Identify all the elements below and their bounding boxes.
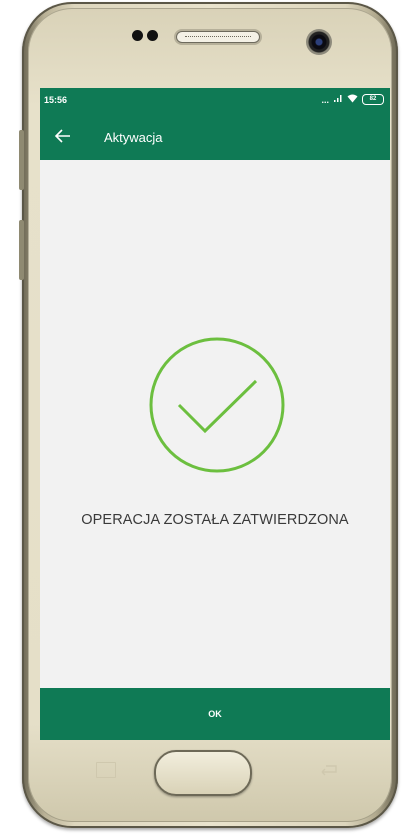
power-button: [19, 220, 24, 280]
earpiece-speaker: [176, 31, 260, 43]
battery-icon: 82: [362, 94, 384, 105]
signal-icon: [333, 94, 343, 105]
arrow-left-icon: [54, 129, 70, 143]
wifi-icon: [347, 94, 358, 105]
back-key-icon[interactable]: [320, 762, 340, 776]
ok-button[interactable]: OK: [40, 688, 390, 740]
status-icons: ... 82: [321, 94, 384, 105]
home-button[interactable]: [154, 750, 252, 796]
status-dots: ...: [321, 94, 329, 105]
page-title: Aktywacja: [104, 130, 163, 145]
status-time: 15:56: [44, 95, 68, 105]
content-area: OPERACJA ZOSTAŁA ZATWIERDZONA: [40, 160, 390, 688]
phone-screen: 15:56 ... 82 Aktywacja OPERACJA ZOSTAŁA …: [40, 88, 390, 740]
app-bar: Aktywacja: [40, 114, 390, 160]
recent-apps-icon[interactable]: [96, 762, 116, 778]
front-camera: [306, 29, 332, 55]
front-sensor: [147, 30, 158, 41]
front-sensor: [132, 30, 143, 41]
status-bar: 15:56 ... 82: [40, 88, 390, 114]
back-button[interactable]: [52, 125, 74, 147]
success-message: OPERACJA ZOSTAŁA ZATWIERDZONA: [81, 512, 349, 528]
volume-button: [19, 130, 24, 190]
check-circle-icon: [149, 337, 285, 473]
